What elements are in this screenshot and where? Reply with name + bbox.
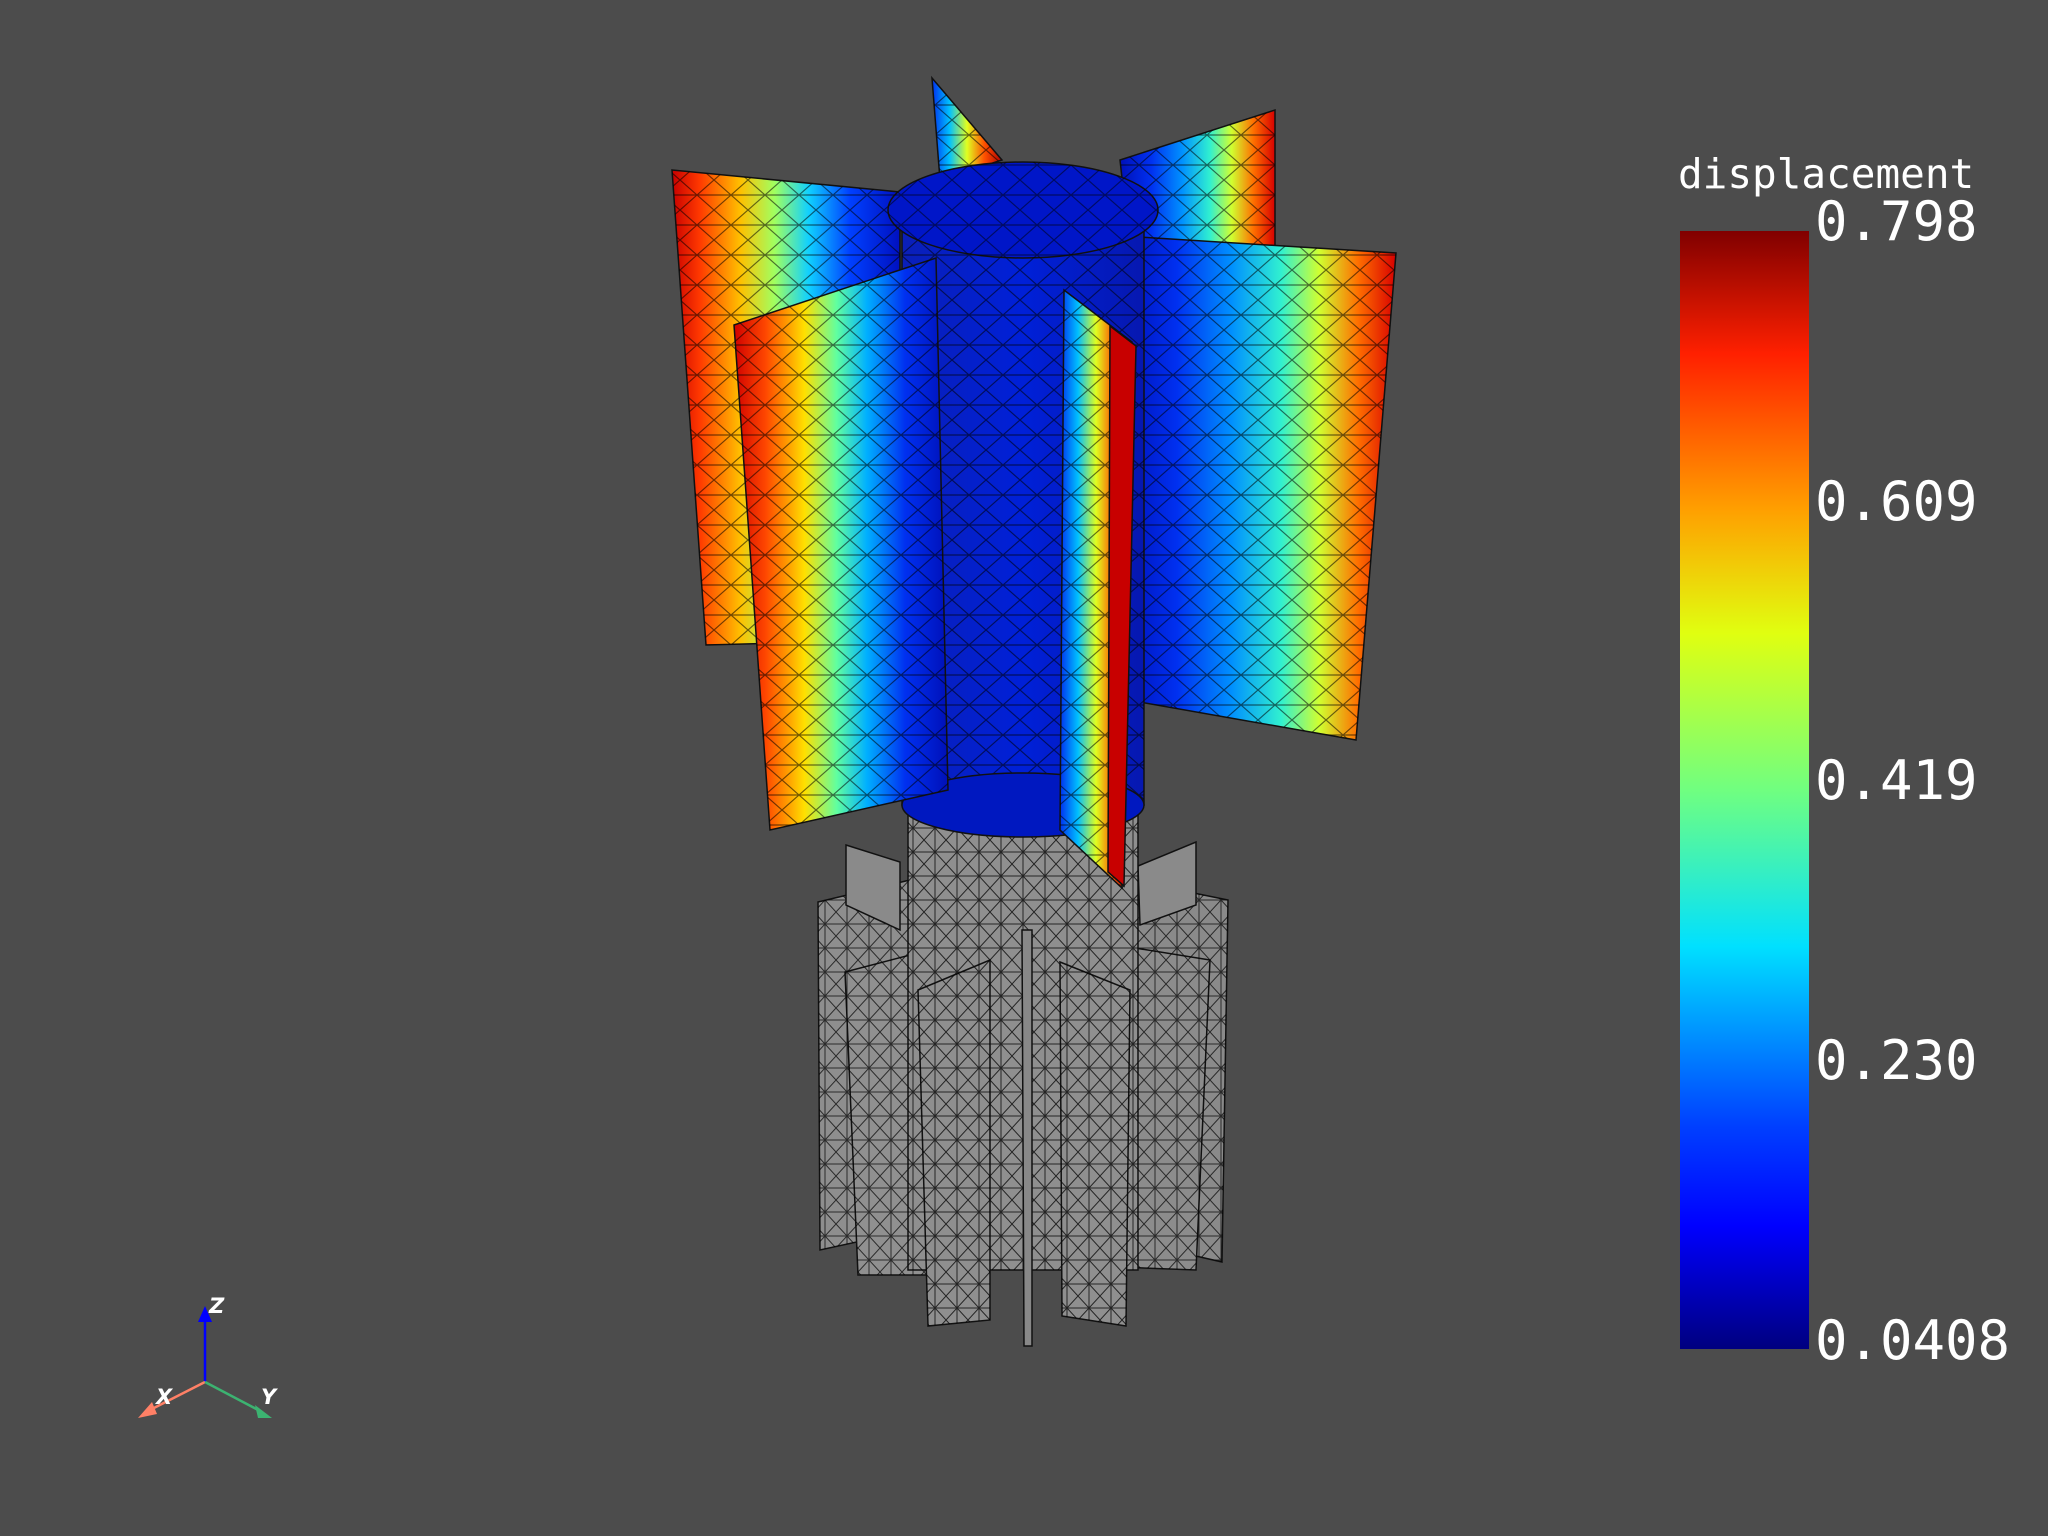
scalar-bar-label-min: 0.0408 — [1815, 1309, 2011, 1372]
scalar-bar-label-max: 0.798 — [1815, 190, 1978, 253]
undeformed-mesh — [817, 789, 1229, 1347]
deformed-model — [671, 75, 1397, 890]
scalar-bar-label-2: 0.609 — [1815, 470, 1978, 533]
scalar-bar-colormap — [1680, 231, 1809, 1349]
x-axis-arrow-icon — [138, 1402, 157, 1418]
scalar-bar-label-4: 0.230 — [1815, 1029, 1978, 1092]
axis-label-y: Y — [261, 1385, 278, 1409]
scalar-bar-label-3: 0.419 — [1815, 749, 1978, 812]
orientation-axes: Z X Y — [138, 1294, 278, 1418]
axis-label-z: Z — [208, 1294, 225, 1318]
axis-label-x: X — [154, 1385, 174, 1409]
